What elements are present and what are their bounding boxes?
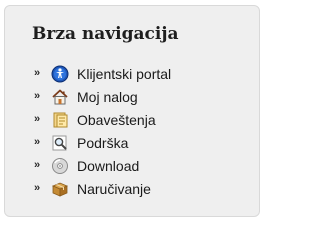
nav-item-label: Download [77,157,140,174]
quick-navigation-panel: Brza navigacija » Klijentski portal » Mo… [4,5,260,217]
portal-globe-icon [51,65,69,83]
bullet-arrow-icon: » [34,113,41,125]
home-icon [51,88,69,106]
panel-title: Brza navigacija [32,24,179,44]
magnifier-icon [51,134,69,152]
bullet-arrow-icon: » [34,159,41,171]
bullet-arrow-icon: » [34,90,41,102]
nav-item-label: Klijentski portal [77,65,172,82]
nav-item-label: Obaveštenja [77,111,156,128]
nav-item-client-portal[interactable]: » Klijentski portal [34,62,171,85]
nav-item-label: Moj nalog [77,88,138,105]
nav-item-notifications[interactable]: » Obaveštenja [34,108,171,131]
package-icon [51,180,69,198]
bullet-arrow-icon: » [34,136,41,148]
nav-item-label: Naručivanje [77,180,151,197]
nav-item-my-account[interactable]: » Moj nalog [34,85,171,108]
bullet-arrow-icon: » [34,182,41,194]
bullet-arrow-icon: » [34,67,41,79]
nav-item-label: Podrška [77,134,129,151]
navigation-list: » Klijentski portal » Moj nalog » Obaveš… [34,62,171,200]
disc-icon [51,157,69,175]
nav-item-ordering[interactable]: » Naručivanje [34,177,171,200]
nav-item-support[interactable]: » Podrška [34,131,171,154]
nav-item-download[interactable]: » Download [34,154,171,177]
notes-icon [51,111,69,129]
